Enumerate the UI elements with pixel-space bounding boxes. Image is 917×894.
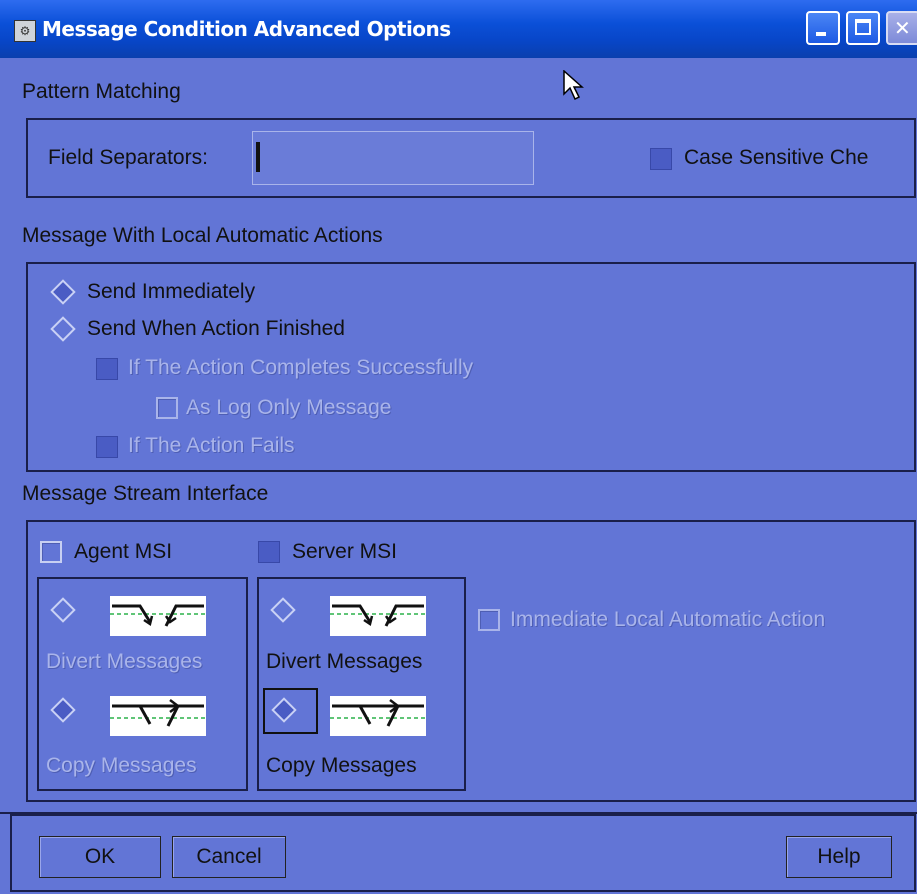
case-sensitive-checkbox[interactable] xyxy=(650,148,672,170)
send-when-finished-label: Send When Action Finished xyxy=(87,317,345,340)
as-log-only-checkbox[interactable] xyxy=(156,397,178,419)
pattern-matching-heading: Pattern Matching xyxy=(22,80,181,103)
agent-msi-checkbox[interactable] xyxy=(40,541,62,563)
minimize-button[interactable] xyxy=(806,11,840,45)
server-divert-label: Divert Messages xyxy=(266,650,423,673)
divert-flow-icon xyxy=(330,596,426,636)
copy-flow-icon xyxy=(110,696,206,736)
if-completes-label: If The Action Completes Successfully xyxy=(128,356,474,379)
server-msi-checkbox[interactable] xyxy=(258,541,280,563)
help-button[interactable]: Help xyxy=(786,836,892,878)
server-copy-label: Copy Messages xyxy=(266,754,417,777)
mouse-pointer-icon xyxy=(563,70,584,101)
close-button[interactable] xyxy=(886,11,917,45)
copy-flow-icon xyxy=(330,696,426,736)
local-actions-heading: Message With Local Automatic Actions xyxy=(22,224,383,247)
case-sensitive-label: Case Sensitive Che xyxy=(684,146,869,169)
msi-heading: Message Stream Interface xyxy=(22,482,269,505)
cancel-button[interactable]: Cancel xyxy=(172,836,286,878)
title-bar[interactable]: ⚙ Message Condition Advanced Options xyxy=(0,0,917,58)
server-msi-label: Server MSI xyxy=(292,540,398,563)
immediate-local-label: Immediate Local Automatic Action xyxy=(510,608,826,631)
as-log-only-label: As Log Only Message xyxy=(186,396,392,419)
window-title: Message Condition Advanced Options xyxy=(42,17,451,41)
if-fails-checkbox[interactable] xyxy=(96,436,118,458)
send-immediately-label: Send Immediately xyxy=(87,280,256,303)
if-fails-label: If The Action Fails xyxy=(128,434,295,457)
divert-flow-icon xyxy=(110,596,206,636)
agent-msi-label: Agent MSI xyxy=(74,540,173,563)
immediate-local-checkbox[interactable] xyxy=(478,609,500,631)
agent-divert-label: Divert Messages xyxy=(46,650,203,673)
if-completes-checkbox[interactable] xyxy=(96,358,118,380)
agent-copy-label: Copy Messages xyxy=(46,754,197,777)
dialog-window: ⚙ Message Condition Advanced Options Pat… xyxy=(0,0,917,894)
field-separators-label: Field Separators: xyxy=(48,146,208,169)
maximize-button[interactable] xyxy=(846,11,880,45)
text-cursor-icon xyxy=(256,142,260,172)
ok-button[interactable]: OK xyxy=(39,836,161,878)
field-separators-input[interactable] xyxy=(252,131,534,185)
app-icon[interactable]: ⚙ xyxy=(14,20,36,42)
